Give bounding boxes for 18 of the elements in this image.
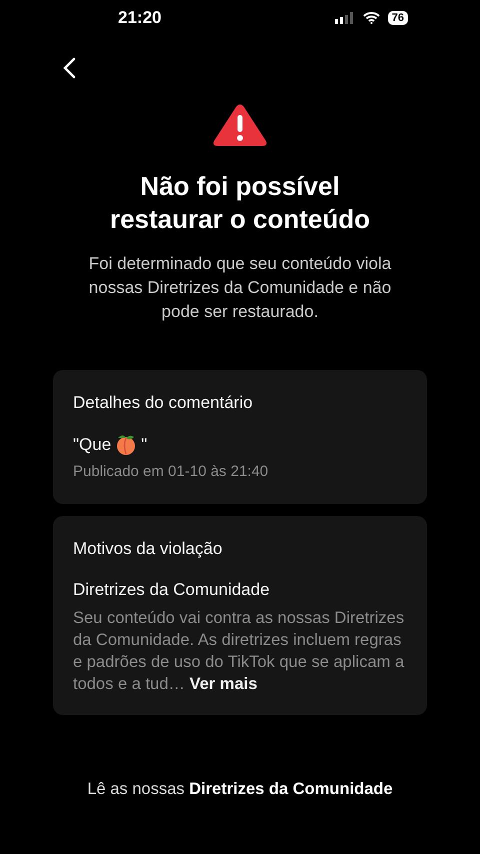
card-heading: Detalhes do comentário xyxy=(73,392,254,414)
comment-text: "Que xyxy=(73,434,112,456)
wifi-icon xyxy=(362,12,380,24)
card-heading: Motivos da violação xyxy=(73,538,224,560)
policy-name: Diretrizes da Comunidade xyxy=(73,579,271,601)
battery-level: 76 xyxy=(388,11,408,25)
signal-icon xyxy=(334,12,355,24)
peach-icon xyxy=(115,433,138,456)
back-icon[interactable] xyxy=(62,56,76,79)
guidelines-link[interactable]: Lê as nossas Diretrizes da Comunidade xyxy=(0,776,480,802)
page-title: Não foi possível restaurar o conteúdo xyxy=(108,170,372,236)
clock-time: 21:20 xyxy=(118,7,162,30)
policy-description: Seu conteúdo vai contra as nossas Diretrizes da Comunidade. As diretrizes incluem regras e padrões de uso do TikTok que se aplicam a todos e a tud… Ver mais xyxy=(73,608,406,694)
comment-text: " xyxy=(141,434,148,456)
posted-date: Publicado em 01-10 às 21:40 xyxy=(73,462,270,482)
see-more-link[interactable]: Ver mais xyxy=(190,674,258,692)
explanation-text: Foi determinado que seu conteúdo viola nossas Diretrizes da Comunidade e não pode ser restaurado. xyxy=(88,253,392,323)
warning-icon xyxy=(213,104,267,146)
